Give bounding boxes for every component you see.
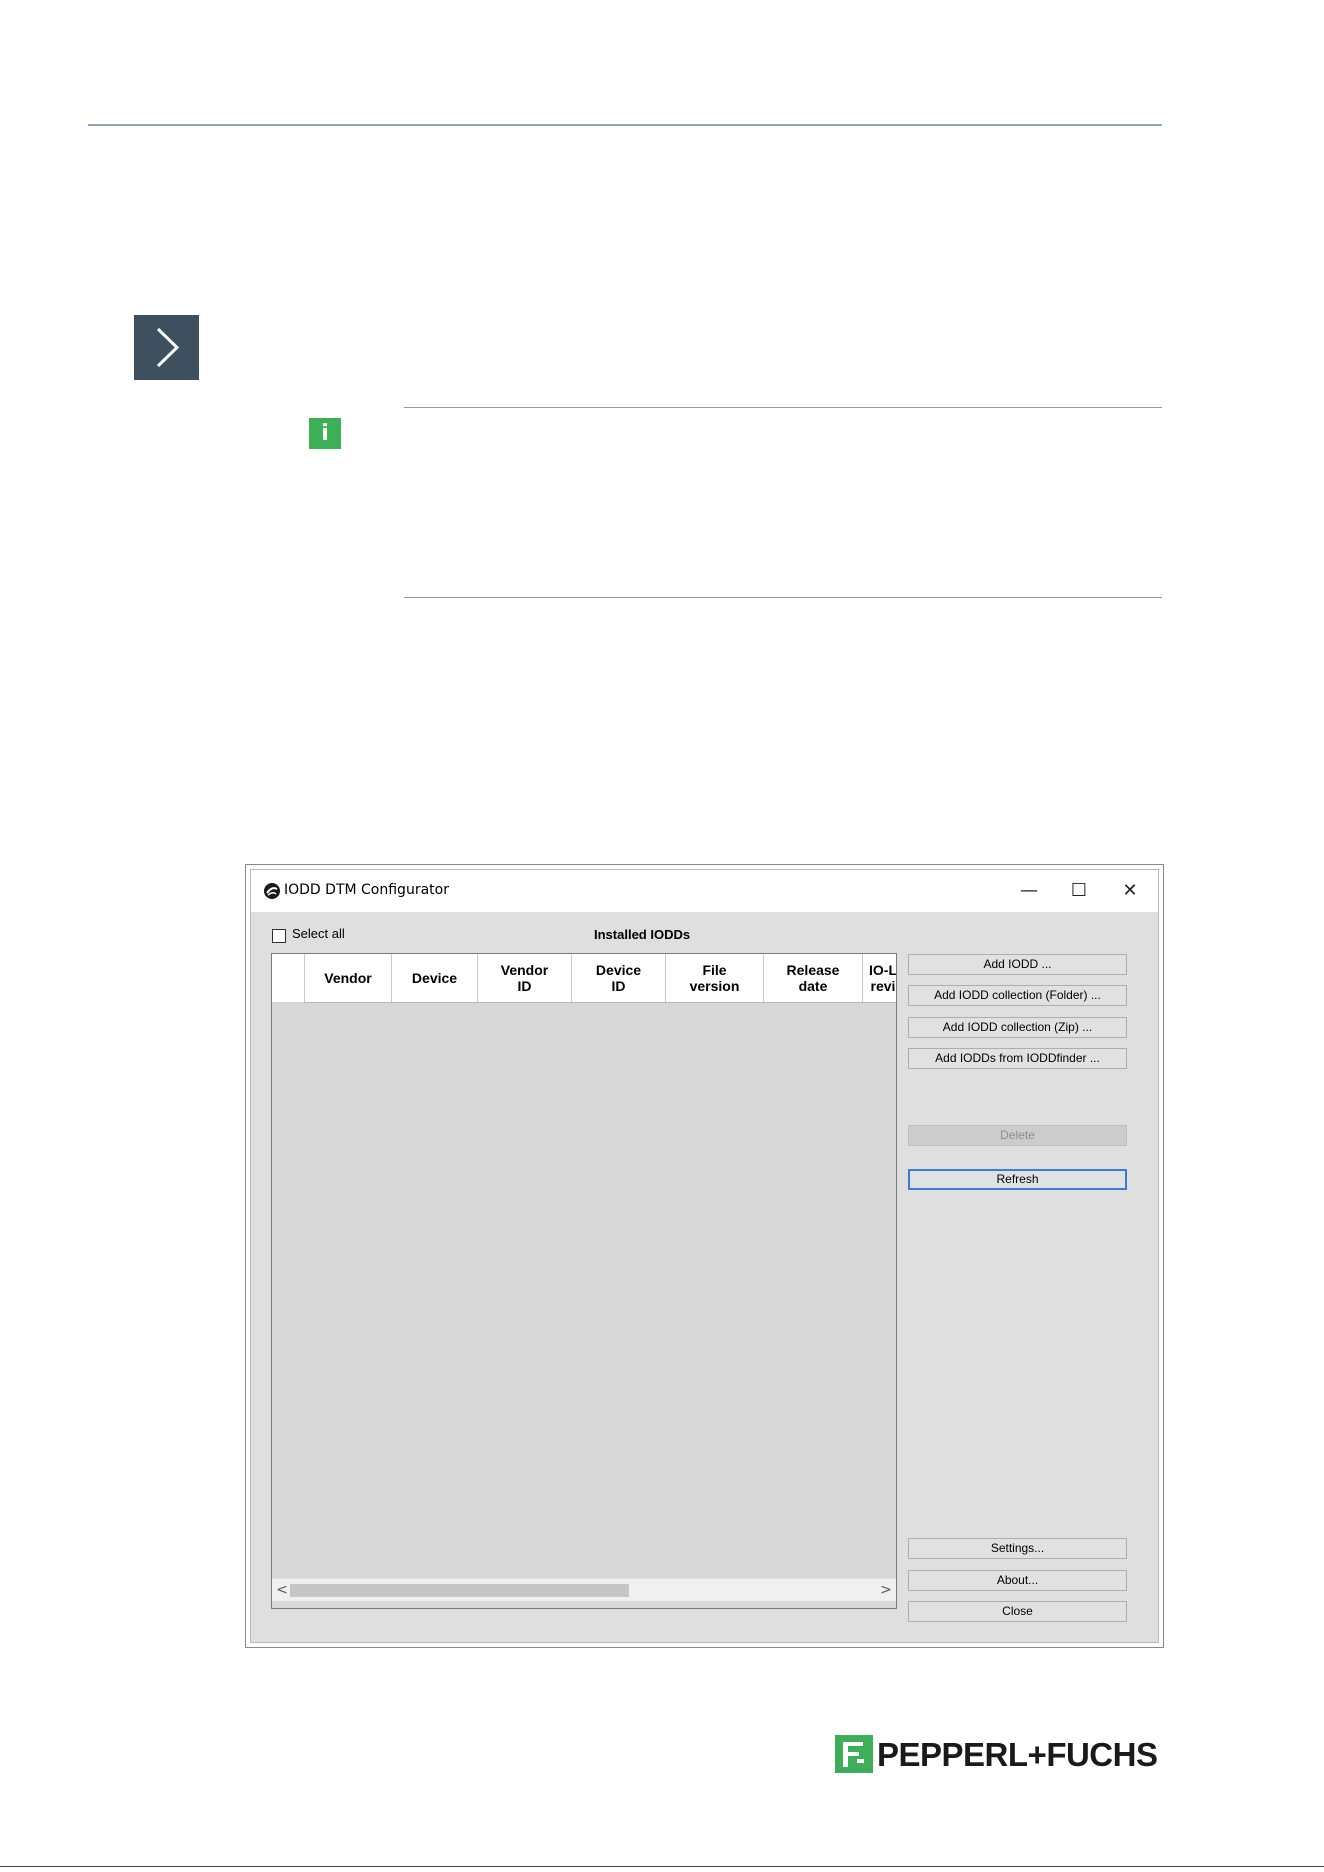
- about-button[interactable]: About...: [908, 1570, 1127, 1591]
- add-iodd-finder-button[interactable]: Add IODDs from IODDfinder ...: [908, 1048, 1127, 1069]
- title-bar[interactable]: IODD DTM Configurator — ☐ ✕: [251, 870, 1158, 912]
- info-icon: i: [309, 418, 341, 449]
- settings-button[interactable]: Settings...: [908, 1538, 1127, 1559]
- close-button[interactable]: Close: [908, 1601, 1127, 1622]
- brand-logo-icon: [835, 1735, 873, 1773]
- refresh-button[interactable]: Refresh: [908, 1169, 1127, 1190]
- iodd-table[interactable]: Vendor Device Vendor ID Device ID File v…: [271, 953, 897, 1609]
- scroll-right-icon[interactable]: >: [878, 1581, 894, 1599]
- column-header-vendor-id[interactable]: Vendor ID: [478, 954, 572, 1002]
- note-rule-bottom: [404, 597, 1162, 598]
- column-header-vendor[interactable]: Vendor: [305, 954, 392, 1002]
- app-window: IODD DTM Configurator — ☐ ✕ Select all I…: [250, 869, 1159, 1643]
- column-header-select[interactable]: [272, 954, 305, 1002]
- add-iodd-zip-button[interactable]: Add IODD collection (Zip) ...: [908, 1017, 1127, 1038]
- scrollbar-thumb[interactable]: [290, 1584, 629, 1597]
- delete-button[interactable]: Delete: [908, 1125, 1127, 1146]
- brand-name: PEPPERL+FUCHS: [877, 1736, 1158, 1773]
- column-header-device-id[interactable]: Device ID: [572, 954, 666, 1002]
- list-title: Installed IODDs: [594, 927, 691, 942]
- add-iodd-button[interactable]: Add IODD ...: [908, 954, 1127, 975]
- footer-rule: [0, 1866, 1324, 1867]
- column-header-release-date[interactable]: Release date: [764, 954, 863, 1002]
- note-rule-top: [404, 407, 1162, 408]
- header-rule: [88, 124, 1162, 126]
- row-header-area: [272, 1002, 304, 1572]
- window-title: IODD DTM Configurator: [284, 882, 449, 898]
- column-header-io-link-revision[interactable]: IO-L revi: [863, 954, 896, 1002]
- column-header-file-version[interactable]: File version: [666, 954, 764, 1002]
- maximize-button[interactable]: ☐: [1055, 870, 1103, 912]
- app-logo-icon: [264, 883, 280, 899]
- horizontal-scrollbar[interactable]: < >: [272, 1578, 896, 1601]
- table-header: Vendor Device Vendor ID Device ID File v…: [272, 954, 896, 1003]
- select-all-label[interactable]: Select all: [292, 926, 345, 941]
- chevron-right-icon: [134, 315, 199, 380]
- column-header-device[interactable]: Device: [392, 954, 478, 1002]
- add-iodd-folder-button[interactable]: Add IODD collection (Folder) ...: [908, 985, 1127, 1006]
- minimize-button[interactable]: —: [1005, 870, 1053, 912]
- scroll-left-icon[interactable]: <: [274, 1581, 290, 1599]
- close-window-button[interactable]: ✕: [1106, 870, 1154, 912]
- select-all-checkbox[interactable]: [272, 929, 286, 943]
